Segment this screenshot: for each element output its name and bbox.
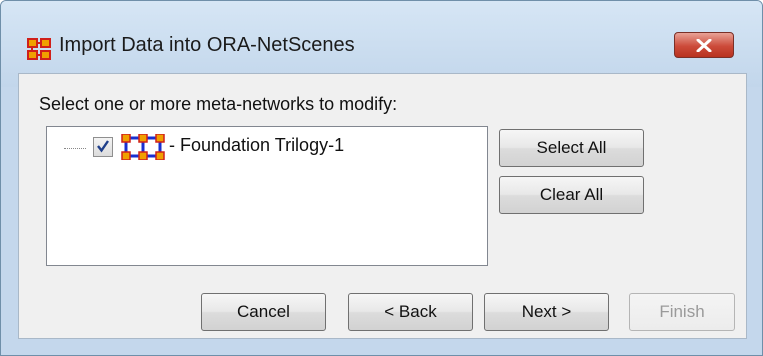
instruction-label: Select one or more meta-networks to modi… [39, 94, 398, 114]
meta-network-list[interactable]: - Foundation Trilogy-1 [46, 126, 488, 266]
close-icon [696, 39, 712, 52]
select-all-button[interactable]: Select All [499, 129, 644, 167]
checkbox-icon[interactable] [93, 137, 113, 157]
cancel-button[interactable]: Cancel [201, 293, 326, 331]
next-button[interactable]: Next > [484, 293, 609, 331]
tree-connector [64, 148, 86, 149]
dialog-body: Select one or more meta-networks to modi… [18, 73, 747, 339]
clear-all-button[interactable]: Clear All [499, 176, 644, 214]
back-button[interactable]: < Back [348, 293, 473, 331]
finish-button[interactable]: Finish [629, 293, 735, 331]
meta-network-icon [121, 134, 165, 160]
import-dialog: Import Data into ORA-NetScenes Select on… [0, 0, 763, 356]
window-title: Import Data into ORA-NetScenes [59, 34, 355, 56]
close-button[interactable] [674, 32, 734, 58]
app-icon [27, 38, 51, 60]
list-item-label[interactable]: - Foundation Trilogy-1 [169, 135, 344, 156]
